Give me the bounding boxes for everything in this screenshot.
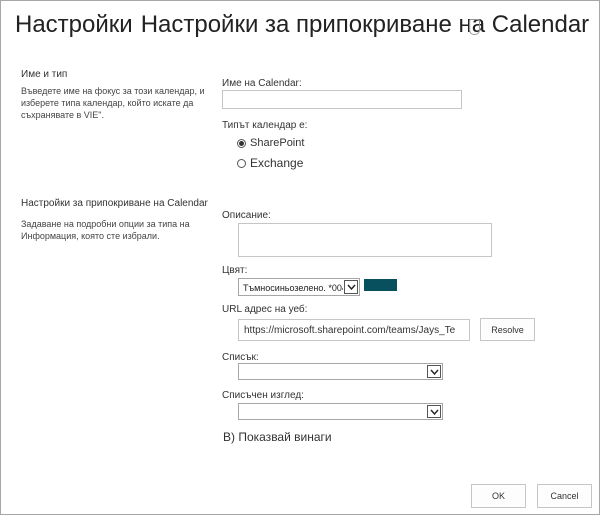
- dialog-frame: Настройки Настройки за припокриване на Ca…: [0, 0, 600, 515]
- title-part-overlay: Настройки за припокриване на Calendar: [140, 11, 590, 38]
- list-select[interactable]: [238, 363, 443, 380]
- url-input[interactable]: https://microsoft.sharepoint.com/teams/J…: [238, 319, 470, 341]
- overlay-settings-heading: Настройки за припокриване на Calendar: [21, 198, 208, 209]
- description-textarea[interactable]: [238, 223, 492, 257]
- description-label: Описание:: [222, 210, 271, 221]
- color-label: Цвят:: [222, 265, 248, 276]
- calendar-type-label: Типът календар е:: [222, 120, 308, 131]
- url-label: URL адрес на уеб:: [222, 304, 308, 315]
- name-type-description: Въведете име на фокус за този календар, …: [21, 86, 205, 120]
- radio-sharepoint-indicator[interactable]: [237, 138, 246, 148]
- calendar-name-label: Име на Calendar:: [222, 78, 302, 89]
- page-title: Настройки Настройки за припокриване на Ca…: [15, 11, 589, 39]
- radio-exchange-indicator[interactable]: [237, 158, 246, 168]
- calendar-name-input[interactable]: [222, 90, 462, 109]
- name-type-heading: Име и тип: [21, 69, 68, 80]
- chevron-down-icon[interactable]: [427, 365, 441, 378]
- always-show-option[interactable]: B) Показвай винаги: [223, 430, 332, 444]
- radio-sharepoint-label: SharePoint: [250, 137, 305, 149]
- chevron-down-icon[interactable]: [427, 405, 441, 418]
- radio-exchange-label: Exchange: [250, 156, 304, 170]
- url-input-value: https://microsoft.sharepoint.com/teams/J…: [244, 325, 456, 336]
- chevron-down-icon[interactable]: [344, 280, 358, 294]
- title-part-settings: Настройки: [15, 11, 133, 38]
- radio-sharepoint[interactable]: SharePoint: [237, 137, 304, 149]
- ok-button[interactable]: OK: [471, 484, 526, 508]
- mouse-cursor-icon: [469, 19, 480, 35]
- list-view-label: Списъчен изглед:: [222, 390, 304, 401]
- color-swatch: [364, 279, 397, 291]
- radio-exchange[interactable]: Exchange: [237, 156, 303, 170]
- color-select-value: Тъмносиньозелено. *00485b: [243, 283, 343, 293]
- list-label: Списък:: [222, 352, 259, 363]
- cancel-button[interactable]: Cancel: [537, 484, 592, 508]
- color-select[interactable]: Тъмносиньозелено. *00485b: [238, 278, 360, 296]
- overlay-settings-description: Задаване на подробни опции за типа на Ин…: [21, 219, 190, 241]
- list-view-select[interactable]: [238, 403, 443, 420]
- resolve-button[interactable]: Resolve: [480, 318, 535, 341]
